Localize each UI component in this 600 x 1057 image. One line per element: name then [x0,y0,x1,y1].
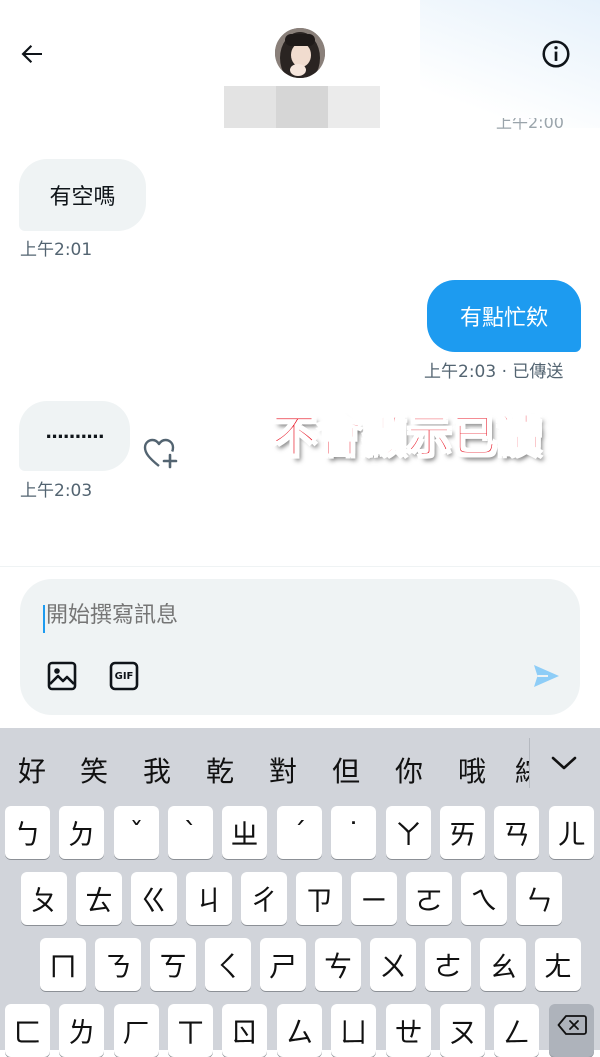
key[interactable]: ˙ [331,806,376,859]
key[interactable]: ㄌ [59,1004,104,1057]
contact-name-redacted [224,86,380,128]
candidate-word[interactable]: 你 [395,750,423,790]
key[interactable]: ㄜ [425,938,471,991]
message-timestamp: 上午2:03 [20,481,93,501]
candidate-word[interactable]: 綜 [515,750,529,788]
heart-plus-icon [143,438,178,469]
back-button[interactable] [14,36,50,72]
image-icon [47,661,77,691]
key[interactable]: ㄤ [535,938,581,991]
key[interactable]: ㄙ [277,1004,322,1057]
chevron-down-icon [551,756,577,770]
message-text: .......... [45,421,104,443]
key[interactable]: ㄢ [494,806,539,859]
collapse-candidates-button[interactable] [548,748,580,778]
candidate-word[interactable]: 好 [18,750,46,790]
key[interactable]: ㄦ [549,806,594,859]
annotation-overlay: 不會顯示已讀 [271,410,542,463]
key[interactable]: ㄝ [386,1004,431,1057]
message-status-timestamp: 上午2:03 · 已傳送 [424,362,564,382]
message-timestamp: 上午2:01 [20,240,93,260]
key[interactable]: ㄡ [440,1004,485,1057]
key[interactable]: ㄘ [315,938,361,991]
key[interactable]: ㄥ [494,1004,539,1057]
key[interactable]: ㄅ [5,806,50,859]
candidate-word[interactable]: 對 [269,750,297,790]
key[interactable]: ㄓ [222,806,267,859]
candidate-word[interactable]: 笑 [80,750,108,790]
key[interactable]: ㄟ [461,872,507,925]
key[interactable]: ㄎ [150,938,196,991]
key[interactable]: ㄠ [480,938,526,991]
key[interactable]: ㄕ [260,938,306,991]
key[interactable]: ㄍ [131,872,177,925]
key[interactable]: ㄇ [40,938,86,991]
candidate-separator [529,738,530,788]
message-bubble-outgoing[interactable]: 有點忙欸 [427,280,581,352]
key[interactable]: ㄈ [5,1004,50,1057]
composer-divider [0,566,600,567]
backspace-icon [557,1014,587,1035]
candidate-word[interactable]: 但 [332,750,360,790]
message-bubble-incoming[interactable]: .......... [19,401,130,471]
key[interactable]: ㄆ [21,872,67,925]
key[interactable]: ㄒ [168,1004,213,1057]
key[interactable]: ㄚ [386,806,431,859]
candidate-overflow: 綜 [515,740,529,788]
arrow-left-icon [21,45,42,63]
candidate-word[interactable]: 乾 [206,750,234,790]
info-button[interactable] [538,36,574,72]
key[interactable]: ㄖ [222,1004,267,1057]
key[interactable]: ㄏ [114,1004,159,1057]
key[interactable]: ˊ [277,806,322,859]
key[interactable]: ㄧ [351,872,397,925]
key[interactable]: ㄔ [241,872,287,925]
attach-gif-button[interactable]: GIF [106,658,142,694]
key[interactable]: ㄨ [370,938,416,991]
key[interactable]: ㄛ [406,872,452,925]
key[interactable]: ㄞ [440,806,485,859]
key[interactable]: ˋ [168,806,213,859]
key[interactable]: ˇ [114,806,159,859]
key[interactable]: ㄊ [76,872,122,925]
delete-key[interactable] [549,1004,594,1057]
contact-avatar[interactable] [275,28,325,78]
message-composer [20,579,580,715]
message-bubble-incoming[interactable]: 有空嗎 [19,159,146,231]
text-caret [43,605,45,633]
message-text: 有空嗎 [49,185,116,210]
message-input[interactable] [46,603,506,628]
send-icon [534,665,559,687]
attach-image-button[interactable] [44,658,80,694]
key[interactable]: ㄋ [95,938,141,991]
candidate-word[interactable]: 哦 [458,750,486,790]
candidate-word[interactable]: 我 [143,750,171,790]
key[interactable]: ㄑ [205,938,251,991]
key[interactable]: ㄩ [331,1004,376,1057]
message-text: 有點忙欸 [459,306,548,331]
gif-label: GIF [114,670,134,682]
previous-timestamp: 上午2:00 [496,118,564,132]
key[interactable]: ㄉ [59,806,104,859]
key[interactable]: ㄣ [516,872,562,925]
info-circle-icon [542,40,570,68]
key[interactable]: ㄗ [296,872,342,925]
add-reaction-button[interactable] [142,436,180,472]
key[interactable]: ㄐ [186,872,232,925]
send-button[interactable] [528,658,564,694]
